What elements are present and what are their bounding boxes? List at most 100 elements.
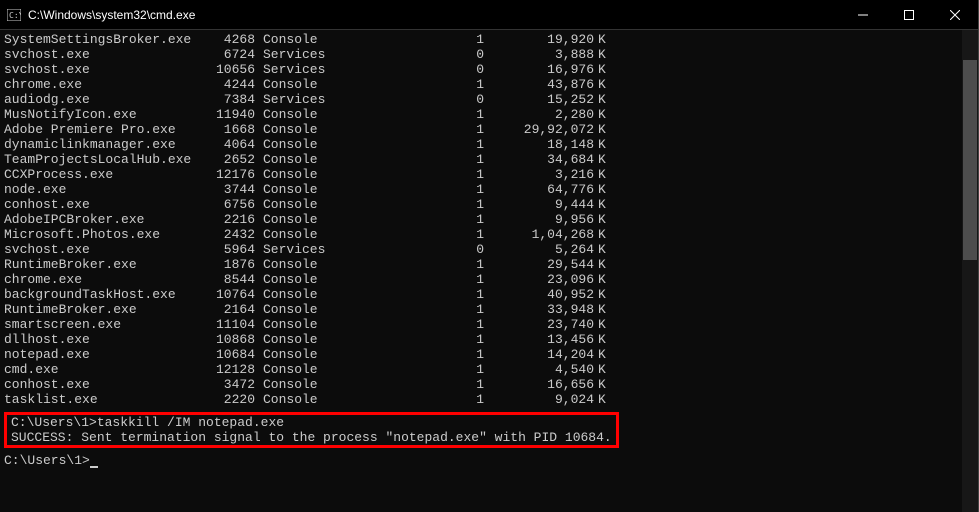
table-row: conhost.exe 6756Console 1 9,444K — [4, 197, 958, 212]
mem-unit: K — [594, 152, 614, 167]
session-no: 1 — [339, 32, 484, 47]
session-name: Services — [259, 62, 339, 77]
table-row: Microsoft.Photos.exe 2432Console 1 1,04,… — [4, 227, 958, 242]
mem-usage: 4,540 — [484, 362, 594, 377]
mem-usage: 23,096 — [484, 272, 594, 287]
session-no: 1 — [339, 302, 484, 317]
mem-unit: K — [594, 242, 614, 257]
prompt-line[interactable]: C:\Users\1> — [4, 453, 958, 468]
process-name: conhost.exe — [4, 197, 204, 212]
process-name: RuntimeBroker.exe — [4, 302, 204, 317]
session-name: Console — [259, 182, 339, 197]
table-row: tasklist.exe 2220Console 1 9,024K — [4, 392, 958, 407]
maximize-button[interactable] — [886, 0, 932, 29]
process-name: smartscreen.exe — [4, 317, 204, 332]
table-row: RuntimeBroker.exe 1876Console 1 29,544K — [4, 257, 958, 272]
mem-unit: K — [594, 197, 614, 212]
mem-usage: 33,948 — [484, 302, 594, 317]
process-name: chrome.exe — [4, 272, 204, 287]
session-no: 1 — [339, 347, 484, 362]
process-pid: 4268 — [204, 32, 259, 47]
mem-unit: K — [594, 212, 614, 227]
session-no: 1 — [339, 377, 484, 392]
process-name: CCXProcess.exe — [4, 167, 204, 182]
session-name: Console — [259, 257, 339, 272]
process-name: SystemSettingsBroker.exe — [4, 32, 204, 47]
process-pid: 1876 — [204, 257, 259, 272]
mem-usage: 40,952 — [484, 287, 594, 302]
cursor — [90, 456, 98, 468]
mem-unit: K — [594, 347, 614, 362]
mem-usage: 23,740 — [484, 317, 594, 332]
titlebar[interactable]: C:\ C:\Windows\system32\cmd.exe — [0, 0, 978, 30]
session-no: 1 — [339, 77, 484, 92]
mem-usage: 9,956 — [484, 212, 594, 227]
scrollbar-thumb[interactable] — [963, 60, 977, 260]
table-row: dynamiclinkmanager.exe 4064Console 1 18,… — [4, 137, 958, 152]
mem-unit: K — [594, 257, 614, 272]
command-result: SUCCESS: Sent termination signal to the … — [11, 430, 612, 445]
mem-unit: K — [594, 332, 614, 347]
process-name: backgroundTaskHost.exe — [4, 287, 204, 302]
process-pid: 10764 — [204, 287, 259, 302]
session-name: Console — [259, 332, 339, 347]
process-name: RuntimeBroker.exe — [4, 257, 204, 272]
mem-unit: K — [594, 137, 614, 152]
mem-usage: 9,024 — [484, 392, 594, 407]
mem-unit: K — [594, 302, 614, 317]
session-no: 0 — [339, 47, 484, 62]
process-name: node.exe — [4, 182, 204, 197]
session-name: Services — [259, 242, 339, 257]
session-no: 1 — [339, 317, 484, 332]
table-row: chrome.exe 8544Console 1 23,096K — [4, 272, 958, 287]
session-no: 1 — [339, 287, 484, 302]
window-controls — [840, 0, 978, 29]
process-name: MusNotifyIcon.exe — [4, 107, 204, 122]
process-name: chrome.exe — [4, 77, 204, 92]
mem-usage: 2,280 — [484, 107, 594, 122]
process-name: svchost.exe — [4, 47, 204, 62]
scrollbar[interactable] — [962, 30, 978, 512]
process-name: Microsoft.Photos.exe — [4, 227, 204, 242]
session-name: Console — [259, 272, 339, 287]
session-name: Console — [259, 317, 339, 332]
process-name: cmd.exe — [4, 362, 204, 377]
process-name: Adobe Premiere Pro.exe — [4, 122, 204, 137]
session-no: 1 — [339, 122, 484, 137]
table-row: dllhost.exe 10868Console 1 13,456K — [4, 332, 958, 347]
table-row: backgroundTaskHost.exe 10764Console 1 40… — [4, 287, 958, 302]
mem-usage: 5,264 — [484, 242, 594, 257]
table-row: MusNotifyIcon.exe 11940Console 1 2,280K — [4, 107, 958, 122]
table-row: Adobe Premiere Pro.exe 1668Console 1 29,… — [4, 122, 958, 137]
session-no: 1 — [339, 362, 484, 377]
session-no: 1 — [339, 107, 484, 122]
close-button[interactable] — [932, 0, 978, 29]
process-pid: 4244 — [204, 77, 259, 92]
mem-unit: K — [594, 32, 614, 47]
minimize-button[interactable] — [840, 0, 886, 29]
table-row: node.exe 3744Console 1 64,776K — [4, 182, 958, 197]
process-name: conhost.exe — [4, 377, 204, 392]
process-name: dllhost.exe — [4, 332, 204, 347]
process-pid: 3472 — [204, 377, 259, 392]
command-line: C:\Users\1>taskkill /IM notepad.exe — [11, 415, 612, 430]
svg-text:C:\: C:\ — [9, 11, 21, 20]
table-row: smartscreen.exe 11104Console 1 23,740K — [4, 317, 958, 332]
mem-usage: 43,876 — [484, 77, 594, 92]
table-row: RuntimeBroker.exe 2164Console 1 33,948K — [4, 302, 958, 317]
mem-unit: K — [594, 92, 614, 107]
mem-usage: 1,04,268 — [484, 227, 594, 242]
process-pid: 10684 — [204, 347, 259, 362]
terminal-output[interactable]: SystemSettingsBroker.exe 4268 Console 1 1… — [0, 30, 962, 512]
mem-unit: K — [594, 107, 614, 122]
process-pid: 3744 — [204, 182, 259, 197]
session-name: Console — [259, 227, 339, 242]
cmd-icon: C:\ — [6, 7, 22, 23]
table-row: chrome.exe 4244Console 1 43,876K — [4, 77, 958, 92]
table-row: notepad.exe 10684Console 1 14,204K — [4, 347, 958, 362]
process-pid: 1668 — [204, 122, 259, 137]
mem-usage: 9,444 — [484, 197, 594, 212]
session-name: Console — [259, 392, 339, 407]
mem-unit: K — [594, 272, 614, 287]
session-name: Services — [259, 47, 339, 62]
